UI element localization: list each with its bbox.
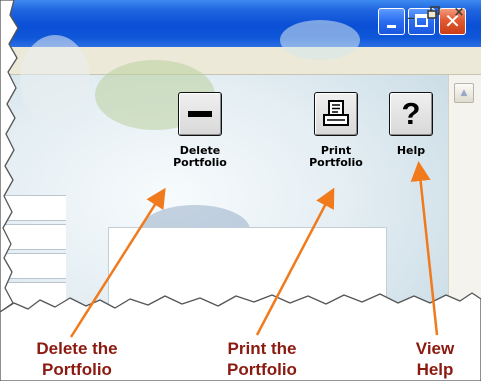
help-label: Help — [396, 144, 426, 157]
mdi-restore-button[interactable] — [424, 3, 444, 23]
print-callout-text: Portfolio — [227, 360, 297, 379]
vertical-scrollbar[interactable] — [448, 75, 481, 381]
print-portfolio-label: Portfolio — [309, 156, 363, 169]
left-field[interactable] — [0, 195, 66, 221]
delete-callout-text: Delete the — [36, 339, 118, 358]
mdi-close-button[interactable]: × — [449, 3, 469, 23]
delete-callout-text: Portfolio — [42, 360, 112, 379]
left-field[interactable] — [0, 282, 66, 312]
left-field[interactable] — [0, 253, 66, 279]
minimize-icon — [387, 25, 396, 28]
delete-portfolio-button[interactable] — [178, 92, 222, 136]
delete-portfolio-label: Portfolio — [173, 156, 227, 169]
scroll-up-button[interactable]: ▲ — [454, 83, 474, 103]
question-mark-icon: ? — [401, 96, 421, 131]
restore-icon — [427, 6, 440, 19]
minus-icon — [188, 111, 212, 117]
print-portfolio-button[interactable] — [314, 92, 358, 136]
mdi-minimize-button[interactable]: _ — [401, 3, 421, 23]
print-callout-text: Print the — [227, 339, 297, 358]
printer-icon — [323, 100, 349, 126]
background-decoration — [280, 20, 360, 60]
help-callout-text: View — [415, 339, 455, 358]
help-button[interactable]: ? — [389, 92, 433, 136]
left-field[interactable] — [0, 224, 66, 250]
help-callout-text: Help — [416, 360, 454, 379]
background-decoration — [20, 35, 90, 125]
content-panel — [108, 227, 387, 337]
screenshot-stage: ✕ _ × ▲ ? Delete Portfolio Print Portfol… — [0, 0, 481, 381]
